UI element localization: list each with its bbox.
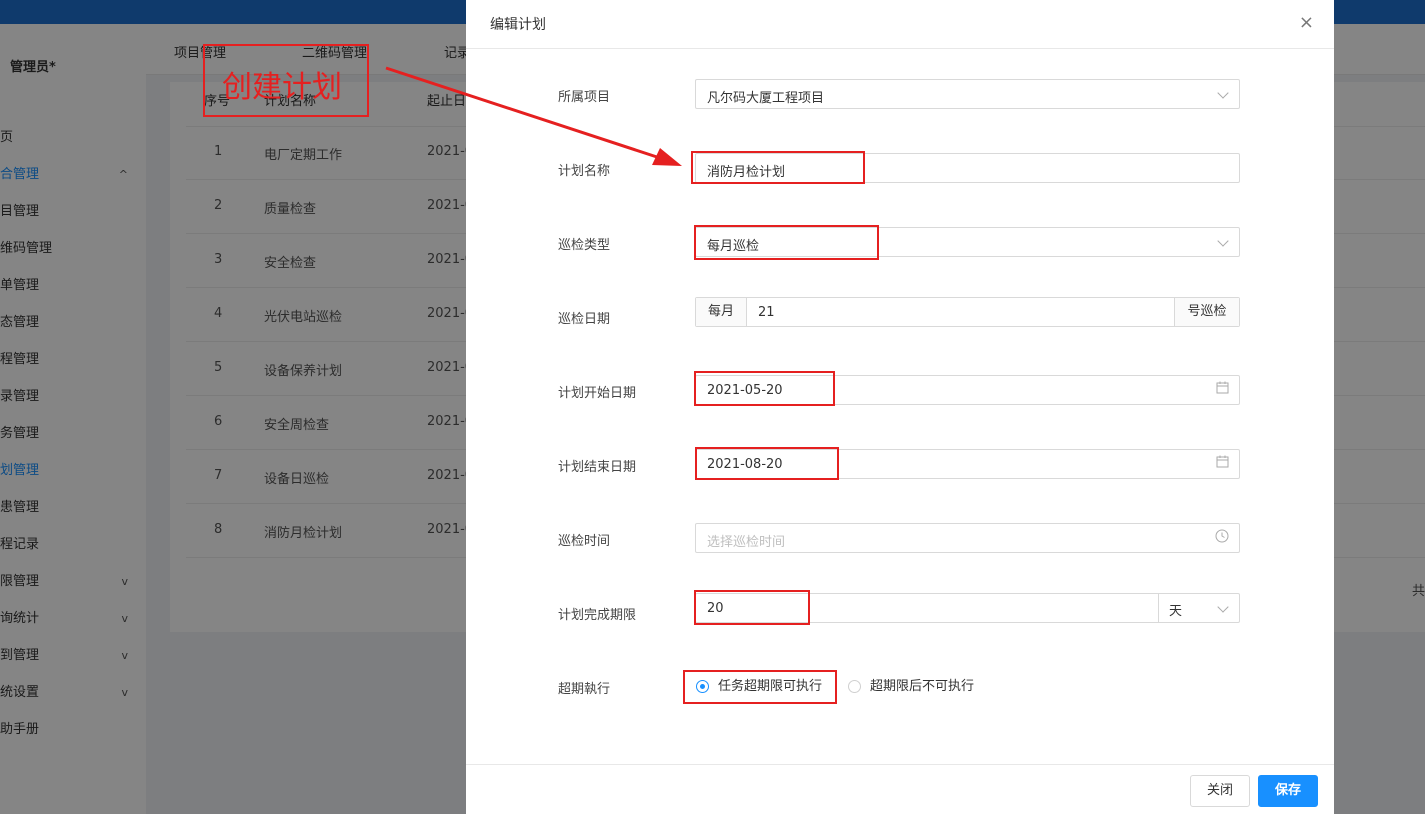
- annotation-arrow: [385, 66, 682, 166]
